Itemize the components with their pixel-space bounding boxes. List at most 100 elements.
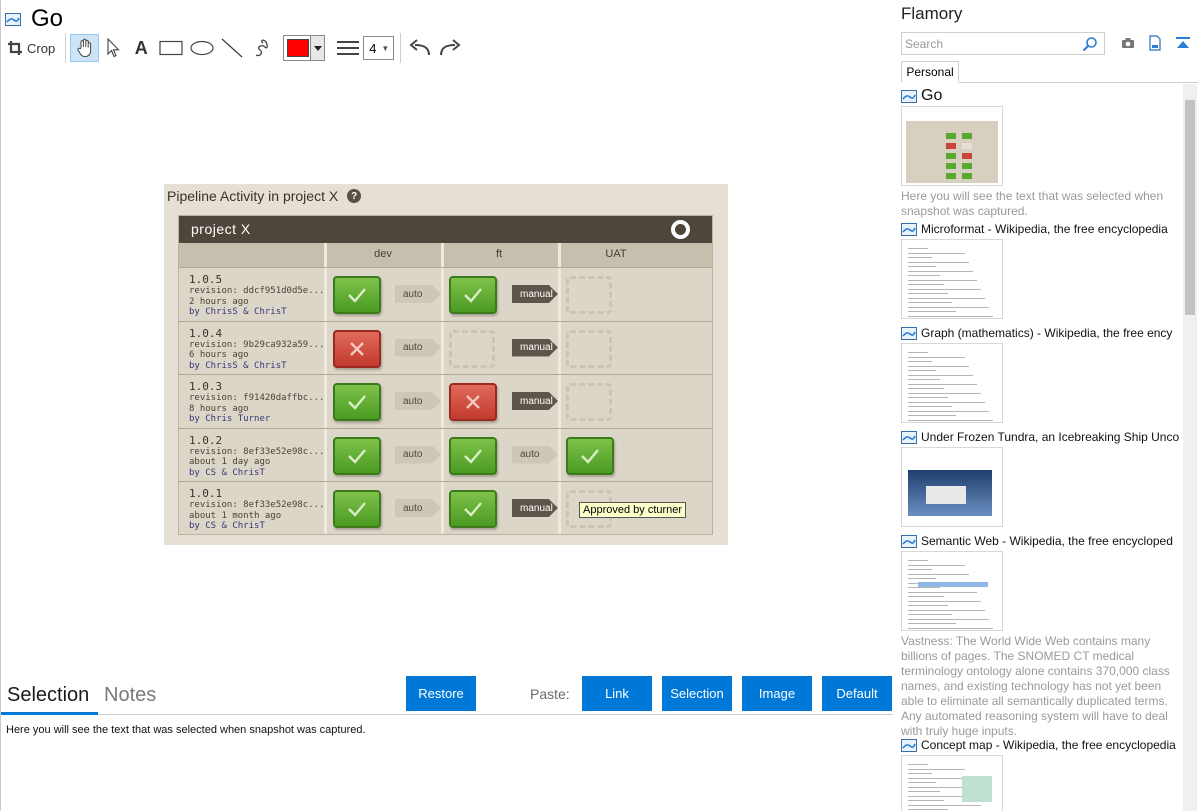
entry-thumbnail[interactable] — [901, 106, 1003, 186]
snapshot-entry[interactable]: Microformat - Wikipedia, the free encycl… — [901, 221, 1181, 319]
snapshot-entry[interactable]: Semantic Web - Wikipedia, the free encyc… — [901, 533, 1181, 739]
collapse-button[interactable] — [1174, 34, 1192, 52]
revision-label: 1.0.5 — [189, 273, 223, 286]
flamory-app-icon — [901, 738, 917, 752]
revision-hash: revision: ddcf951d0d5e... — [189, 286, 325, 296]
stage-status-pass[interactable] — [333, 490, 381, 528]
stage-status-pass[interactable] — [333, 383, 381, 421]
gate-auto[interactable]: auto — [395, 445, 441, 464]
paste-selection-button[interactable]: Selection — [662, 676, 732, 711]
stage-status-pass[interactable] — [333, 276, 381, 314]
gate-auto[interactable]: auto — [395, 285, 441, 303]
revision-time: 6 hours ago — [189, 350, 249, 360]
revision-info: 1.0.3 revision: f91420daffbc... 8 hours ag… — [189, 380, 324, 425]
tab-selection[interactable]: Selection — [7, 684, 89, 707]
gate-auto[interactable]: auto — [512, 445, 558, 464]
entry-title[interactable]: Graph (mathematics) - Wikipedia, the fre… — [901, 325, 1181, 341]
entry-title[interactable]: Go — [901, 88, 1181, 104]
revision-author: by ChrisS & ChrisT — [189, 360, 287, 371]
search-box — [901, 32, 1105, 55]
approval-tooltip: Approved by cturner — [579, 502, 687, 518]
redo-button[interactable] — [435, 34, 465, 62]
camera-icon — [1122, 38, 1134, 48]
entry-thumbnail[interactable] — [901, 551, 1003, 631]
revision-hash: revision: 8ef33e52e98c... — [189, 500, 325, 510]
gate-manual[interactable]: manual — [512, 499, 558, 517]
tab-notes[interactable]: Notes — [104, 684, 156, 707]
paste-default-button[interactable]: Default — [822, 676, 892, 711]
pipeline-row: 1.0.2 revision: 8ef33e52e98c... about 1 da… — [179, 427, 712, 481]
pipeline-header: project X — [179, 216, 712, 243]
entry-title[interactable]: Semantic Web - Wikipedia, the free encyc… — [901, 533, 1181, 549]
selection-text-area[interactable]: Here you will see the text that was sele… — [6, 724, 366, 736]
pipeline-row: 1.0.4 revision: 9b29ca932a59... 6 hours ag… — [179, 320, 712, 374]
stage-status-pass[interactable] — [566, 436, 614, 475]
ellipse-icon — [190, 40, 214, 56]
entry-title[interactable]: Microformat - Wikipedia, the free encycl… — [901, 221, 1181, 237]
stage-status-fail[interactable] — [449, 383, 497, 421]
gate-auto[interactable]: auto — [395, 499, 441, 517]
gate-manual[interactable]: manual — [512, 338, 558, 357]
search-input[interactable] — [902, 33, 1082, 54]
ellipse-tool-button[interactable] — [187, 34, 217, 62]
entry-title[interactable]: Concept map - Wikipedia, the free encycl… — [901, 737, 1181, 753]
entry-thumbnail[interactable] — [901, 239, 1003, 319]
tab-personal[interactable]: Personal — [901, 61, 959, 83]
gate-auto[interactable]: auto — [395, 338, 441, 357]
line-width-select[interactable]: 4 ▼ — [363, 36, 395, 60]
line-tool-button[interactable] — [217, 34, 247, 62]
entry-title[interactable]: Under Frozen Tundra, an Icebreaking Ship… — [901, 429, 1181, 445]
freehand-tool-button[interactable] — [247, 34, 277, 62]
chevron-down-icon — [313, 45, 322, 51]
flamory-app-icon — [901, 534, 917, 548]
undo-button[interactable] — [405, 34, 435, 62]
paste-link-button[interactable]: Link — [582, 676, 652, 711]
stage-status-fail[interactable] — [333, 329, 381, 368]
entry-thumbnail[interactable] — [901, 447, 1003, 527]
gate-manual[interactable]: manual — [512, 285, 558, 303]
snapshot-entry[interactable]: Under Frozen Tundra, an Icebreaking Ship… — [901, 429, 1181, 527]
flamory-app-icon — [901, 89, 917, 103]
toolbar-divider — [65, 33, 67, 63]
camera-button[interactable] — [1119, 34, 1137, 52]
line-width-icon — [333, 34, 363, 62]
stage-status-pass[interactable] — [449, 436, 497, 475]
crop-button[interactable]: Crop — [7, 34, 61, 62]
revision-label: 1.0.1 — [189, 487, 223, 500]
restore-button[interactable]: Restore — [406, 676, 476, 711]
select-tool-button[interactable] — [99, 34, 127, 62]
revision-hash: revision: 9b29ca932a59... — [189, 339, 325, 350]
stage-status-pass[interactable] — [449, 276, 497, 314]
entry-title-text: Graph (mathematics) - Wikipedia, the fre… — [921, 326, 1173, 340]
gate-auto[interactable]: auto — [395, 392, 441, 410]
entry-thumbnail[interactable] — [901, 755, 1003, 811]
stage-ft: ft — [495, 248, 503, 260]
hand-tool-button[interactable] — [70, 34, 100, 62]
document-button[interactable] — [1146, 34, 1164, 52]
paste-image-button[interactable]: Image — [742, 676, 812, 711]
snapshot-entry[interactable]: Graph (mathematics) - Wikipedia, the fre… — [901, 325, 1181, 423]
stage-uat: UAT — [605, 248, 627, 260]
stage-status-empty — [566, 276, 612, 314]
revision-author: by Chris Turner — [189, 414, 271, 424]
revision-time: about 1 day ago — [189, 457, 271, 467]
title-row: Go — [5, 4, 63, 34]
snapshot-entry[interactable]: Go Here you will see the text that was se… — [901, 88, 1181, 219]
gate-manual[interactable]: manual — [512, 392, 558, 410]
pipeline-row: 1.0.3 revision: f91420daffbc... 8 hours ag… — [179, 374, 712, 427]
entry-thumbnail[interactable] — [901, 343, 1003, 423]
color-swatch — [287, 39, 310, 57]
help-icon: ? — [347, 189, 362, 203]
paste-label: Paste: — [530, 686, 570, 702]
scrollbar-thumb[interactable] — [1185, 100, 1195, 315]
crop-label: Crop — [27, 40, 56, 56]
stage-status-pass[interactable] — [333, 436, 381, 475]
snapshot-entry[interactable]: Concept map - Wikipedia, the free encycl… — [901, 737, 1181, 811]
search-icon[interactable] — [1082, 36, 1098, 52]
color-picker[interactable] — [283, 35, 326, 61]
stage-status-pass[interactable] — [449, 490, 497, 528]
color-dropdown-arrow[interactable] — [310, 36, 325, 60]
flamory-app-icon — [901, 222, 917, 236]
rectangle-tool-button[interactable] — [155, 34, 187, 62]
text-tool-button[interactable]: A — [127, 34, 155, 62]
